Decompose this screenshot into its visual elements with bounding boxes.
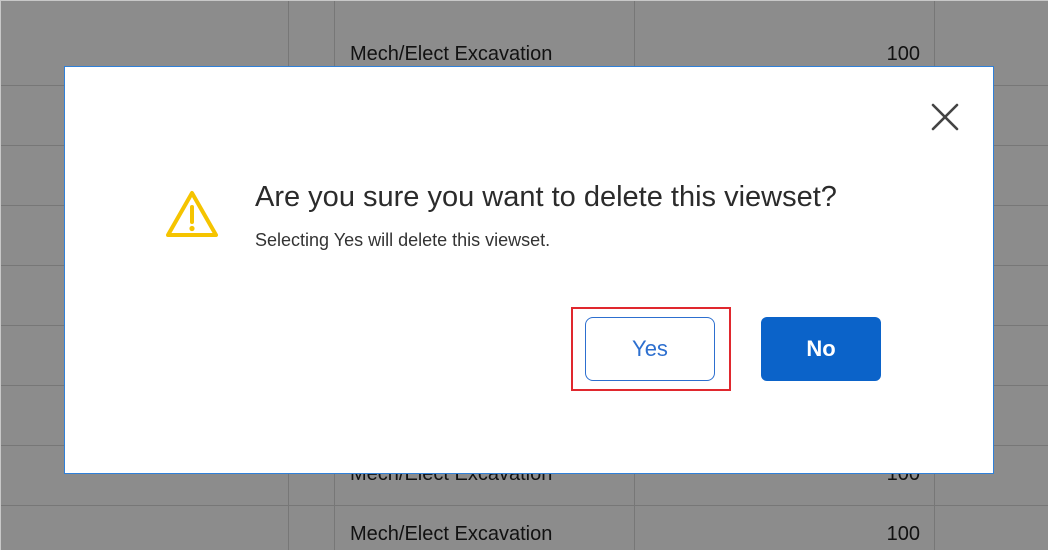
dialog-title: Are you sure you want to delete this vie…: [255, 181, 837, 213]
close-button[interactable]: [925, 97, 965, 137]
no-button[interactable]: No: [761, 317, 881, 381]
yes-button[interactable]: Yes: [585, 317, 715, 381]
dialog-message: Selecting Yes will delete this viewset.: [255, 230, 551, 250]
warning-icon: [166, 191, 218, 237]
page: Mech/Elect Excavation 100 Mech/Elect Exc…: [0, 0, 1048, 550]
close-icon: [931, 103, 959, 131]
delete-viewset-dialog: Are you sure you want to delete this vie…: [64, 66, 994, 474]
